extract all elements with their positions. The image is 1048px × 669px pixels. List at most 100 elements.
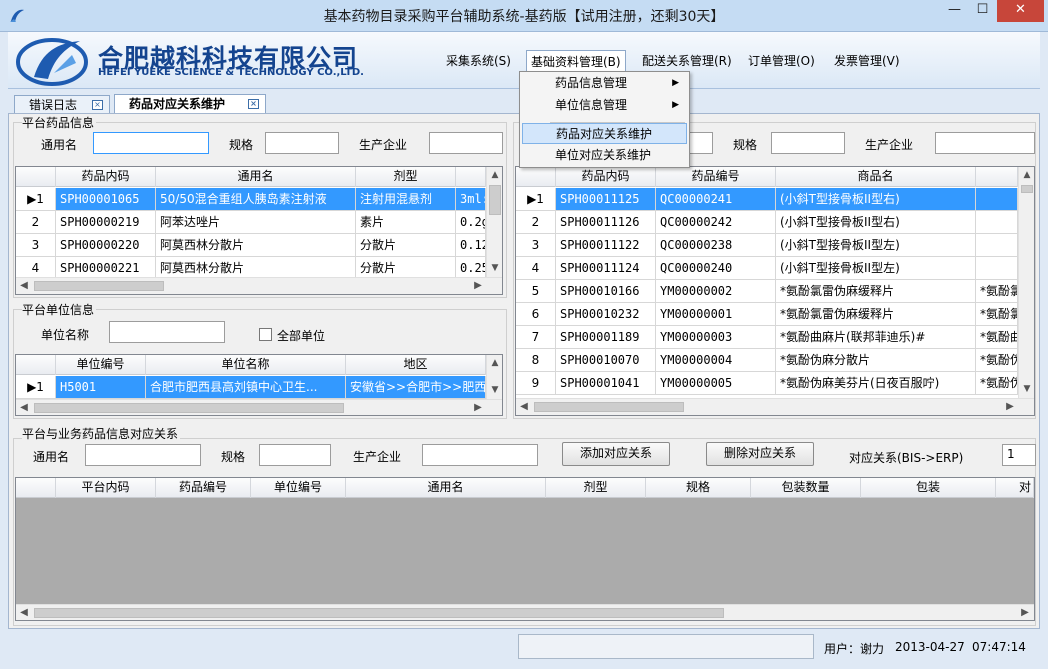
scroll-thumb[interactable] <box>534 402 684 412</box>
scroll-right-icon[interactable]: ▶ <box>1002 399 1018 415</box>
scroll-left-icon[interactable]: ◀ <box>16 605 32 620</box>
col-drug-number[interactable]: 药品编号 <box>656 167 776 187</box>
table-row[interactable]: 5 SPH00010166 YM00000002 *氨酚氯雷伪麻缓释片 *氨酚氯 <box>516 280 1018 303</box>
dd-unit-info[interactable]: 单位信息管理 ▶ <box>522 95 687 116</box>
col-spec[interactable] <box>456 167 486 187</box>
col-package[interactable]: 包装 <box>861 478 996 498</box>
col-more[interactable]: 对 <box>996 478 1034 498</box>
table-row[interactable]: 2 SPH00000219 阿苯达唑片 素片 0.2g <box>16 211 486 234</box>
table-row[interactable]: ▶1 SPH00001065 50/50混合重组人胰岛素注射液 注射用混悬剂 3… <box>16 188 486 211</box>
table-cell: YM00000001 <box>656 303 776 325</box>
table-cell: (小斜T型接骨板II型右) <box>776 188 976 210</box>
col-spec[interactable]: 规格 <box>646 478 751 498</box>
scroll-down-icon[interactable]: ▼ <box>1019 381 1034 398</box>
relation-mfr-input[interactable] <box>422 444 538 466</box>
table-row[interactable]: 8 SPH00010070 YM00000004 *氨酚伪麻分散片 *氨酚伪 <box>516 349 1018 372</box>
platform-generic-input[interactable] <box>93 132 209 154</box>
vertical-scrollbar[interactable]: ▲ ▼ <box>486 167 502 277</box>
scroll-left-icon[interactable]: ◀ <box>16 278 32 294</box>
scroll-up-icon[interactable]: ▲ <box>487 167 502 184</box>
col-unit-code[interactable]: 单位编号 <box>251 478 346 498</box>
close-button[interactable]: ✕ <box>997 0 1044 22</box>
delete-mapping-button[interactable]: 删除对应关系 <box>706 442 814 466</box>
col-extra[interactable] <box>976 167 1018 187</box>
col-pack-qty[interactable]: 包装数量 <box>751 478 861 498</box>
unit-name-input[interactable] <box>109 321 225 343</box>
minimize-button[interactable]: — <box>941 0 968 22</box>
col-unit-code[interactable]: 单位编号 <box>56 355 146 375</box>
relation-generic-input[interactable] <box>85 444 201 466</box>
scroll-up-icon[interactable]: ▲ <box>1019 167 1034 184</box>
table-cell: YM00000004 <box>656 349 776 371</box>
platform-mfr-input[interactable] <box>429 132 503 154</box>
scroll-left-icon[interactable]: ◀ <box>16 400 32 415</box>
scroll-thumb[interactable] <box>34 608 724 618</box>
col-generic-name[interactable]: 通用名 <box>346 478 546 498</box>
scroll-thumb[interactable] <box>34 403 344 413</box>
tab-error-log[interactable]: 错误日志 × <box>14 95 110 114</box>
table-row[interactable]: 4 SPH00011124 QC00000240 (小斜T型接骨板II型左) <box>516 257 1018 280</box>
table-row[interactable]: 2 SPH00011126 QC00000242 (小斜T型接骨板II型右) <box>516 211 1018 234</box>
business-mfr-input[interactable] <box>935 132 1035 154</box>
relation-grid: 平台内码 药品编号 单位编号 通用名 剂型 规格 包装数量 包装 对 ◀ ▶ <box>15 477 1035 621</box>
scroll-down-icon[interactable]: ▼ <box>487 260 502 277</box>
table-row[interactable]: 6 SPH00010232 YM00000001 *氨酚氯雷伪麻缓释片 *氨酚氯 <box>516 303 1018 326</box>
horizontal-scrollbar[interactable]: ◀ ▶ <box>16 277 502 294</box>
dd-unit-info-label: 单位信息管理 <box>555 98 628 112</box>
relation-spec-input[interactable] <box>259 444 331 466</box>
add-mapping-button[interactable]: 添加对应关系 <box>562 442 670 466</box>
table-cell: QC00000238 <box>656 234 776 256</box>
all-units-checkbox[interactable] <box>259 328 272 341</box>
table-row[interactable]: 3 SPH00011122 QC00000238 (小斜T型接骨板II型左) <box>516 234 1018 257</box>
col-dosage-form[interactable]: 剂型 <box>356 167 456 187</box>
table-row[interactable]: 9 SPH00001041 YM00000005 *氨酚伪麻美芬片(日夜百服咛) *氨酚… <box>516 372 1018 395</box>
table-cell: QC00000240 <box>656 257 776 279</box>
relation-mfr-label: 生产企业 <box>353 450 402 464</box>
scroll-right-icon[interactable]: ▶ <box>470 278 486 294</box>
col-region[interactable]: 地区 <box>346 355 486 375</box>
dd-drug-info[interactable]: 药品信息管理 ▶ <box>522 73 687 94</box>
platform-spec-input[interactable] <box>265 132 339 154</box>
scroll-right-icon[interactable]: ▶ <box>1017 605 1033 620</box>
col-generic-name[interactable]: 通用名 <box>156 167 356 187</box>
dd-drug-mapping[interactable]: 药品对应关系维护 <box>522 123 687 144</box>
table-row[interactable]: ▶1 H5001 合肥市肥西县高刘镇中心卫生... 安徽省>>合肥市>>肥西 <box>16 376 486 399</box>
col-drug-number[interactable]: 药品编号 <box>156 478 251 498</box>
scroll-down-icon[interactable]: ▼ <box>487 382 502 399</box>
col-drug-code[interactable]: 药品内码 <box>556 167 656 187</box>
menu-invoices[interactable]: 发票管理(V) <box>830 50 904 72</box>
menu-collection[interactable]: 采集系统(S) <box>442 50 515 72</box>
menu-orders[interactable]: 订单管理(O) <box>744 50 819 72</box>
grid-header: 药品内码 药品编号 商品名 <box>516 167 1018 187</box>
horizontal-scrollbar[interactable]: ◀ ▶ <box>16 399 502 415</box>
table-row[interactable]: 7 SPH00001189 YM00000003 *氨酚曲麻片(联邦菲迪乐)# *氨酚曲 <box>516 326 1018 349</box>
scroll-left-icon[interactable]: ◀ <box>516 399 532 415</box>
horizontal-scrollbar[interactable]: ◀ ▶ <box>16 604 1034 620</box>
col-trade-name[interactable]: 商品名 <box>776 167 976 187</box>
table-row[interactable]: ▶1 SPH00011125 QC00000241 (小斜T型接骨板II型右) <box>516 188 1018 211</box>
menu-delivery[interactable]: 配送关系管理(R) <box>638 50 736 72</box>
menu-basic-data[interactable]: 基础资料管理(B) <box>526 50 626 72</box>
table-row[interactable]: 3 SPH00000220 阿莫西林分散片 分散片 0.12 <box>16 234 486 257</box>
dd-unit-mapping[interactable]: 单位对应关系维护 <box>522 145 687 166</box>
scroll-thumb[interactable] <box>489 185 501 215</box>
table-cell: YM00000002 <box>656 280 776 302</box>
scroll-right-icon[interactable]: ▶ <box>470 400 486 415</box>
col-platform-code[interactable]: 平台内码 <box>56 478 156 498</box>
col-unit-name[interactable]: 单位名称 <box>146 355 346 375</box>
tab-close-icon[interactable]: × <box>248 99 259 109</box>
scroll-up-icon[interactable]: ▲ <box>487 355 502 372</box>
col-dosage-form[interactable]: 剂型 <box>546 478 646 498</box>
maximize-button[interactable]: ☐ <box>969 0 996 22</box>
mapping-direction-select[interactable]: 1 <box>1002 444 1036 466</box>
vertical-scrollbar[interactable]: ▲ ▼ <box>1018 167 1034 398</box>
scroll-thumb[interactable] <box>1021 185 1033 193</box>
horizontal-scrollbar[interactable]: ◀ ▶ <box>516 398 1034 415</box>
tab-drug-mapping[interactable]: 药品对应关系维护 × <box>114 94 266 114</box>
grid-header: 药品内码 通用名 剂型 <box>16 167 486 187</box>
col-drug-code[interactable]: 药品内码 <box>56 167 156 187</box>
tab-close-icon[interactable]: × <box>92 100 103 110</box>
vertical-scrollbar[interactable]: ▲ ▼ <box>486 355 502 399</box>
scroll-thumb[interactable] <box>34 281 164 291</box>
business-spec-input[interactable] <box>771 132 845 154</box>
